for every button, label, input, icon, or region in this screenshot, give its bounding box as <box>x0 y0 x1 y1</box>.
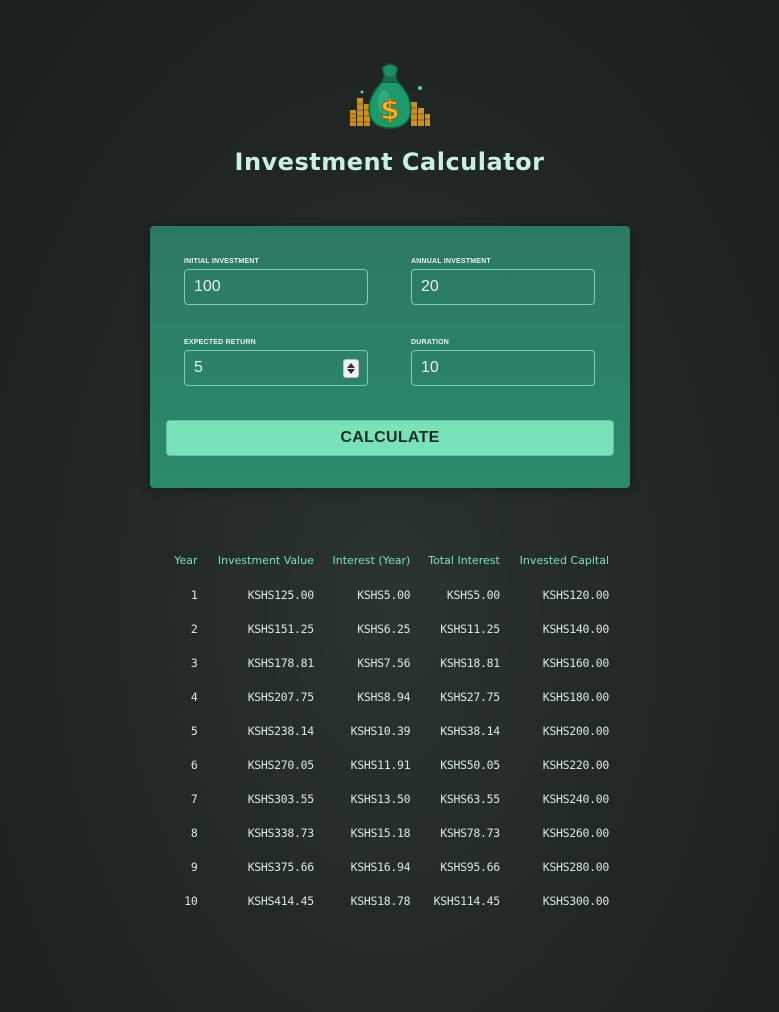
column-header: Investment Value <box>217 553 314 567</box>
svg-text:$: $ <box>380 93 399 126</box>
initial-investment-group: Initial Investment 100 <box>184 258 368 305</box>
table-cell: KSHS240.00 <box>542 792 610 806</box>
table-cell: KSHS16.94 <box>350 860 411 874</box>
table-cell: KSHS238.14 <box>247 724 315 738</box>
table-row: 2 KSHS151.25 KSHS6.25 KSHS11.25 KSHS140.00 <box>166 612 614 646</box>
table-cell: KSHS8.94 <box>357 690 411 704</box>
expected-return-value: 5 <box>194 359 203 376</box>
calculate-button[interactable]: CALCULATE <box>166 420 614 456</box>
duration-input[interactable]: 10 <box>411 350 595 386</box>
table-cell: 8 <box>190 826 198 840</box>
table-cell: 10 <box>184 894 198 908</box>
table-cell: KSHS375.66 <box>247 860 315 874</box>
table-cell: KSHS10.39 <box>350 724 411 738</box>
table-cell: KSHS207.75 <box>247 690 315 704</box>
table-cell: 1 <box>190 588 198 602</box>
table-row: 8 KSHS338.73 KSHS15.18 KSHS78.73 KSHS260.00 <box>166 816 614 850</box>
results-table: Year Investment Value Interest (Year) To… <box>166 542 614 918</box>
annual-investment-input[interactable]: 20 <box>411 269 595 305</box>
table-cell: KSHS13.50 <box>350 792 411 806</box>
table-row: 3 KSHS178.81 KSHS7.56 KSHS18.81 KSHS160.00 <box>166 646 614 680</box>
table-cell: KSHS140.00 <box>542 622 610 636</box>
duration-label: Duration <box>411 339 450 346</box>
table-cell: KSHS7.56 <box>357 656 411 670</box>
number-spinner[interactable] <box>343 359 359 378</box>
initial-investment-label: Initial Investment <box>184 258 260 265</box>
table-cell: KSHS270.05 <box>247 758 315 772</box>
table-row: 7 KSHS303.55 KSHS13.50 KSHS63.55 KSHS240.00 <box>166 782 614 816</box>
table-cell: KSHS5.00 <box>357 588 411 602</box>
column-header: Invested Capital <box>519 553 609 567</box>
table-cell: KSHS120.00 <box>542 588 610 602</box>
table-cell: 7 <box>190 792 198 806</box>
column-header: Interest (Year) <box>332 553 411 567</box>
table-cell: KSHS160.00 <box>542 656 610 670</box>
table-cell: KSHS18.81 <box>440 656 500 670</box>
table-cell: KSHS38.14 <box>440 724 500 738</box>
annual-investment-group: Annual Investment 20 <box>411 258 595 305</box>
expected-return-label: Expected Return <box>184 339 256 346</box>
annual-investment-label: Annual Investment <box>411 258 491 265</box>
table-cell: KSHS27.75 <box>440 690 500 704</box>
expected-return-input[interactable]: 5 <box>184 350 368 386</box>
table-cell: KSHS178.81 <box>247 656 315 670</box>
table-cell: KSHS6.25 <box>357 622 411 636</box>
table-row: 6 KSHS270.05 KSHS11.91 KSHS50.05 KSHS220.00 <box>166 748 614 782</box>
table-cell: 9 <box>190 860 198 874</box>
table-cell: 4 <box>190 690 198 704</box>
table-cell: 2 <box>190 622 198 636</box>
table-cell: KSHS180.00 <box>542 690 610 704</box>
table-cell: KSHS151.25 <box>247 622 315 636</box>
table-cell: KSHS220.00 <box>542 758 610 772</box>
money-bag-dollar-icon: $ <box>348 58 432 130</box>
table-row: 9 KSHS375.66 KSHS16.94 KSHS95.66 KSHS280.00 <box>166 850 614 884</box>
spinner-up-icon[interactable] <box>347 363 355 368</box>
page-title: Investment Calculator <box>234 148 545 176</box>
duration-group: Duration 10 <box>411 339 595 386</box>
table-cell: KSHS5.00 <box>446 588 500 602</box>
table-cell: 5 <box>190 724 198 738</box>
table-cell: KSHS260.00 <box>542 826 610 840</box>
investment-form: Initial Investment 100 Annual Investment… <box>150 226 630 488</box>
table-cell: KSHS95.66 <box>440 860 500 874</box>
table-cell: KSHS50.05 <box>440 758 500 772</box>
table-header-row: Year Investment Value Interest (Year) To… <box>166 542 614 578</box>
table-cell: KSHS11.25 <box>440 622 500 636</box>
table-cell: KSHS280.00 <box>542 860 610 874</box>
table-cell: 6 <box>190 758 198 772</box>
table-row: 1 KSHS125.00 KSHS5.00 KSHS5.00 KSHS120.00 <box>166 578 614 612</box>
table-cell: KSHS300.00 <box>542 894 610 908</box>
table-cell: KSHS78.73 <box>440 826 500 840</box>
table-cell: 3 <box>190 656 198 670</box>
table-cell: KSHS303.55 <box>247 792 315 806</box>
column-header: Total Interest <box>428 553 500 567</box>
expected-return-group: Expected Return 5 <box>184 339 368 386</box>
table-cell: KSHS18.78 <box>350 894 411 908</box>
table-cell: KSHS414.45 <box>247 894 315 908</box>
table-cell: KSHS125.00 <box>247 588 315 602</box>
table-cell: KSHS15.18 <box>350 826 411 840</box>
table-cell: KSHS338.73 <box>247 826 315 840</box>
app-header: $ Investment Calculator <box>0 58 779 176</box>
spinner-down-icon[interactable] <box>347 369 355 374</box>
table-row: 4 KSHS207.75 KSHS8.94 KSHS27.75 KSHS180.00 <box>166 680 614 714</box>
column-header: Year <box>174 553 198 567</box>
table-row: 5 KSHS238.14 KSHS10.39 KSHS38.14 KSHS200.00 <box>166 714 614 748</box>
initial-investment-input[interactable]: 100 <box>184 269 368 305</box>
table-cell: KSHS11.91 <box>350 758 411 772</box>
table-cell: KSHS200.00 <box>542 724 610 738</box>
table-cell: KSHS63.55 <box>440 792 500 806</box>
table-row: 10 KSHS414.45 KSHS18.78 KSHS114.45 KSHS300.0… <box>166 884 614 918</box>
table-cell: KSHS114.45 <box>433 894 501 908</box>
